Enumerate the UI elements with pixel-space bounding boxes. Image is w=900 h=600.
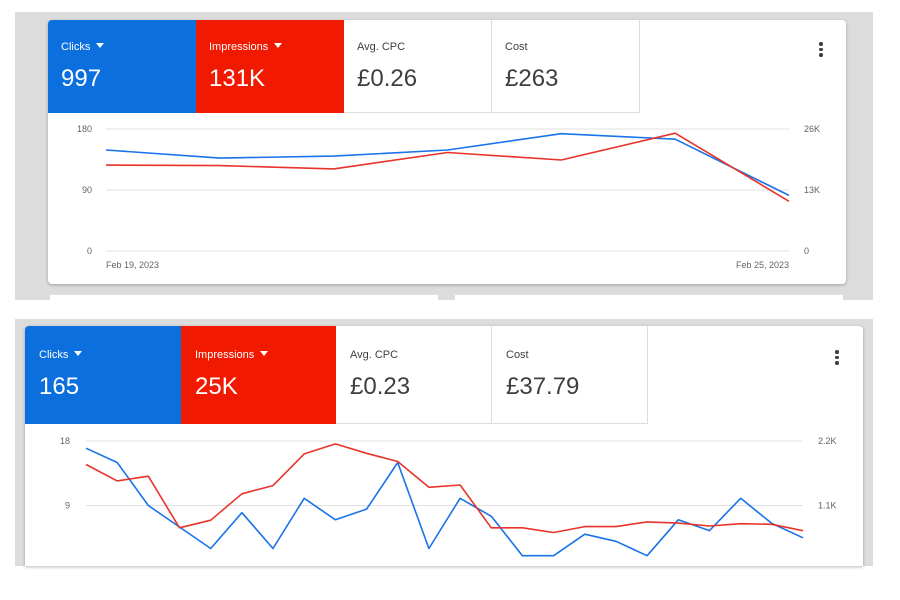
- performance-card-2: Clicks 165 Impressions 25K Avg. CPC £0.2…: [25, 326, 863, 566]
- avg-cpc-label: Avg. CPC: [350, 349, 399, 361]
- more-vert-icon[interactable]: [819, 42, 823, 59]
- clicks-metric-tab[interactable]: Clicks 997: [48, 20, 196, 113]
- avg-cpc-value: £0.23: [350, 373, 411, 400]
- dropdown-arrow-icon[interactable]: [274, 43, 283, 48]
- right-axis-tick-label: 2.2K: [818, 436, 837, 446]
- impressions-label: Impressions: [209, 41, 269, 53]
- cost-value: £37.79: [506, 373, 580, 400]
- avg-cpc-value: £0.26: [357, 65, 418, 92]
- next-card-edge-right: [455, 294, 843, 301]
- dropdown-arrow-icon[interactable]: [96, 43, 105, 48]
- cost-label: Cost: [506, 349, 529, 361]
- cost-value: £263: [505, 65, 559, 92]
- clicks-value: 165: [39, 373, 80, 400]
- next-card-edge-left: [50, 294, 438, 301]
- impressions-value: 131K: [209, 65, 266, 92]
- cost-metric-tab[interactable]: Cost £263: [492, 20, 640, 113]
- performance-card-1: Clicks 997 Impressions 131K Avg. CPC £0.…: [48, 20, 846, 284]
- panel-background-2: [15, 319, 873, 566]
- series-line-impressions: [85, 443, 804, 534]
- avg-cpc-label: Avg. CPC: [357, 41, 406, 53]
- cost-metric-tab[interactable]: Cost £37.79: [492, 326, 648, 424]
- left-axis-tick-label: 9: [65, 501, 70, 511]
- impressions-metric-tab[interactable]: Impressions 25K: [181, 326, 336, 424]
- dropdown-arrow-icon[interactable]: [260, 351, 269, 356]
- more-vert-icon[interactable]: [835, 350, 839, 367]
- clicks-metric-tab[interactable]: Clicks 165: [25, 326, 181, 424]
- impressions-metric-tab[interactable]: Impressions 131K: [196, 20, 344, 113]
- series-line-clicks: [85, 447, 804, 557]
- left-axis-tick-label: 18: [60, 436, 70, 446]
- cost-label: Cost: [505, 41, 528, 53]
- impressions-value: 25K: [195, 373, 238, 400]
- clicks-label: Clicks: [39, 349, 69, 361]
- clicks-value: 997: [61, 65, 102, 92]
- avg-cpc-metric-tab[interactable]: Avg. CPC £0.26: [344, 20, 492, 113]
- impressions-label: Impressions: [195, 349, 255, 361]
- dropdown-arrow-icon[interactable]: [74, 351, 83, 356]
- avg-cpc-metric-tab[interactable]: Avg. CPC £0.23: [336, 326, 492, 424]
- right-axis-tick-label: 1.1K: [818, 501, 837, 511]
- clicks-label: Clicks: [61, 41, 91, 53]
